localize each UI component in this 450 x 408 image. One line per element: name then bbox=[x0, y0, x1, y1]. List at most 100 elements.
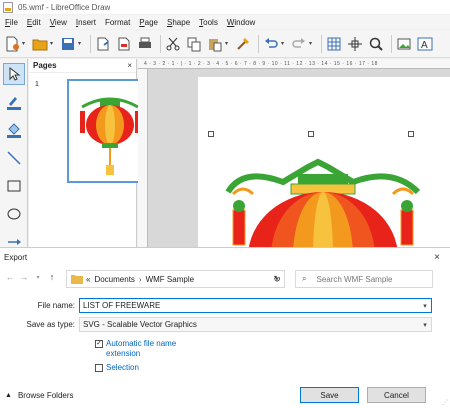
save-button[interactable]: Save bbox=[300, 387, 359, 403]
pages-panel: Pages × 1 bbox=[29, 59, 152, 249]
save-dropdown-icon[interactable]: ▾ bbox=[78, 40, 84, 48]
vertical-ruler[interactable] bbox=[138, 69, 148, 249]
close-dialog-button[interactable]: × bbox=[434, 252, 440, 263]
path-wmf-sample[interactable]: WMF Sample bbox=[146, 275, 194, 284]
open-folder-icon[interactable] bbox=[31, 35, 49, 53]
dialog-title-bar: Export × bbox=[0, 248, 450, 266]
browse-folders-toggle[interactable]: ▲ Browse Folders bbox=[5, 391, 74, 400]
export-pdf-icon[interactable] bbox=[115, 35, 133, 53]
line-icon[interactable] bbox=[3, 147, 25, 169]
back-arrow-icon[interactable]: ← bbox=[4, 272, 16, 282]
export-icon[interactable] bbox=[94, 35, 112, 53]
path-separator: › bbox=[138, 274, 142, 284]
svg-text:A: A bbox=[421, 40, 428, 51]
redo-dropdown-icon[interactable]: ▾ bbox=[309, 40, 315, 48]
clone-formatting-icon[interactable] bbox=[234, 35, 252, 53]
select-pointer-icon[interactable] bbox=[3, 63, 25, 85]
cancel-button[interactable]: Cancel bbox=[367, 387, 426, 403]
folder-icon bbox=[71, 275, 83, 284]
separator bbox=[258, 34, 259, 53]
save-icon[interactable] bbox=[59, 35, 77, 53]
copy-icon[interactable] bbox=[185, 35, 203, 53]
search-icon: ⌕ bbox=[302, 274, 307, 283]
save-as-type-dropdown-icon[interactable]: ▾ bbox=[419, 321, 431, 329]
menu-page[interactable]: Page bbox=[136, 18, 161, 27]
path-overflow[interactable]: « bbox=[86, 275, 90, 284]
grid-icon[interactable] bbox=[325, 35, 343, 53]
open-dropdown-icon[interactable]: ▾ bbox=[50, 40, 56, 48]
fill-color-icon[interactable] bbox=[3, 119, 25, 141]
path-documents[interactable]: Documents bbox=[94, 275, 134, 284]
separator bbox=[90, 34, 91, 53]
drawing-page[interactable] bbox=[198, 77, 450, 249]
separator bbox=[391, 34, 392, 53]
lantern-thumbnail-image bbox=[80, 97, 140, 175]
automatic-extension-label[interactable]: Automatic file name extension bbox=[106, 339, 176, 359]
selection-handle[interactable] bbox=[408, 131, 414, 137]
new-dropdown-icon[interactable]: ▾ bbox=[22, 40, 28, 48]
search-input[interactable]: ⌕ Search WMF Sample bbox=[295, 270, 433, 288]
menu-window[interactable]: Window bbox=[224, 18, 258, 27]
chevron-up-icon: ▲ bbox=[5, 392, 12, 399]
menu-format[interactable]: Format bbox=[102, 18, 133, 27]
menu-edit[interactable]: Edit bbox=[24, 18, 44, 27]
browse-folders-label: Browse Folders bbox=[17, 391, 74, 400]
separator bbox=[160, 34, 161, 53]
window-title: 05.wmf - LibreOffice Draw bbox=[18, 2, 111, 12]
menu-shape[interactable]: Shape bbox=[164, 18, 193, 27]
file-name-field[interactable]: LIST OF FREEWARE ▾ bbox=[79, 298, 432, 313]
print-icon[interactable] bbox=[136, 35, 154, 53]
address-bar[interactable]: « Documents › WMF Sample ▾ bbox=[66, 270, 285, 288]
selection-handle[interactable] bbox=[208, 131, 214, 137]
separator bbox=[321, 34, 322, 53]
pages-panel-title: Pages bbox=[33, 61, 57, 70]
rectangle-icon[interactable] bbox=[3, 175, 25, 197]
file-name-dropdown-icon[interactable]: ▾ bbox=[419, 302, 431, 310]
pages-panel-header: Pages × bbox=[29, 59, 136, 73]
standard-toolbar: ▾ ▾ ▾ ▾ ▾ ▾ A bbox=[0, 30, 450, 58]
paste-dropdown-icon[interactable]: ▾ bbox=[225, 40, 231, 48]
close-pages-panel-button[interactable]: × bbox=[127, 61, 132, 70]
menu-insert[interactable]: Insert bbox=[73, 18, 99, 27]
lantern-drawing-image bbox=[225, 158, 421, 249]
menu-view[interactable]: View bbox=[47, 18, 70, 27]
page-number: 1 bbox=[35, 81, 39, 88]
save-as-type-value: SVG - Scalable Vector Graphics bbox=[83, 320, 197, 329]
forward-arrow-icon[interactable]: → bbox=[18, 272, 30, 282]
cut-icon[interactable] bbox=[164, 35, 182, 53]
undo-icon[interactable] bbox=[262, 35, 280, 53]
file-name-value[interactable]: LIST OF FREEWARE bbox=[83, 301, 160, 310]
selection-checkbox[interactable] bbox=[95, 364, 103, 372]
redo-icon[interactable] bbox=[290, 35, 308, 53]
insert-textbox-icon[interactable]: A bbox=[416, 35, 434, 53]
drawing-toolbar bbox=[0, 59, 28, 249]
save-as-type-select[interactable]: SVG - Scalable Vector Graphics ▾ bbox=[79, 317, 432, 332]
menu-file[interactable]: File bbox=[2, 18, 21, 27]
search-placeholder: Search WMF Sample bbox=[316, 274, 393, 284]
line-color-icon[interactable] bbox=[3, 91, 25, 113]
new-document-icon[interactable] bbox=[3, 35, 21, 53]
drawing-canvas[interactable]: 4 · 3 · 2 · 1 · | · 1 · 2 · 3 · 4 · 5 · … bbox=[138, 59, 450, 249]
menu-bar: File Edit View Insert Format Page Shape … bbox=[0, 15, 450, 29]
up-arrow-icon[interactable]: ↑ bbox=[46, 272, 58, 282]
helplines-icon[interactable] bbox=[346, 35, 364, 53]
recent-locations-icon[interactable]: ▾ bbox=[32, 274, 44, 281]
selection-handle[interactable] bbox=[308, 131, 314, 137]
selection-label[interactable]: Selection bbox=[106, 363, 139, 373]
automatic-extension-checkbox[interactable]: ✓ bbox=[95, 340, 103, 348]
paste-icon[interactable] bbox=[206, 35, 224, 53]
menu-tools[interactable]: Tools bbox=[196, 18, 221, 27]
undo-dropdown-icon[interactable]: ▾ bbox=[281, 40, 287, 48]
horizontal-ruler[interactable]: 4 · 3 · 2 · 1 · | · 1 · 2 · 3 · 4 · 5 · … bbox=[138, 59, 450, 69]
dialog-title: Export bbox=[4, 252, 28, 262]
save-as-type-label: Save as type: bbox=[26, 320, 75, 329]
title-bar: 05.wmf - LibreOffice Draw bbox=[0, 0, 450, 14]
zoom-icon[interactable] bbox=[367, 35, 385, 53]
resize-grip-icon[interactable]: ⋰ bbox=[442, 399, 448, 406]
ellipse-icon[interactable] bbox=[3, 203, 25, 225]
export-dialog: Export × ← → ▾ ↑ « Documents › WMF Sampl… bbox=[0, 247, 450, 408]
insert-image-icon[interactable] bbox=[395, 35, 413, 53]
file-name-label: File name: bbox=[37, 301, 75, 310]
refresh-icon[interactable]: ↻ bbox=[268, 270, 286, 288]
draw-document-icon bbox=[3, 1, 13, 13]
